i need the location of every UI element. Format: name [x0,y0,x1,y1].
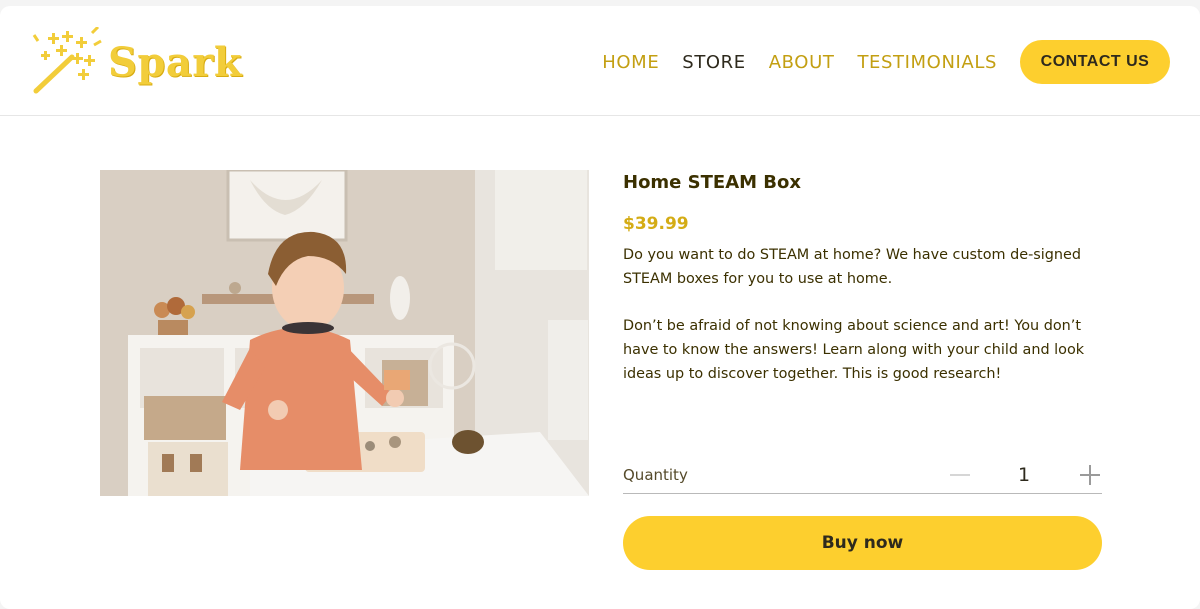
product-image [100,170,589,496]
description-paragraph: Do you want to do STEAM at home? We have… [623,247,1082,287]
contact-us-button[interactable]: CONTACT US [1020,40,1170,84]
magic-wand-icon [32,27,102,94]
site-header: Spark HOME STORE ABOUT TESTIMONIALS CONT… [0,6,1200,116]
product-info: Home STEAM Box $39.99 Do you want to do … [623,170,1103,386]
product-title: Home STEAM Box [623,172,802,193]
quantity-label: Quantity [623,465,688,484]
brand-logo[interactable]: Spark [32,26,262,98]
description-paragraph: Don’t be afraid of not knowing about sci… [623,318,1085,382]
nav-testimonials[interactable]: TESTIMONIALS [857,52,997,73]
quantity-selector: Quantity 1 [623,456,1102,494]
brand-name: Spark [108,38,243,86]
minus-icon[interactable] [948,463,972,487]
page: Spark HOME STORE ABOUT TESTIMONIALS CONT… [0,6,1200,609]
product-description: Do you want to do STEAM at home? We have… [623,243,1093,386]
quantity-value[interactable]: 1 [1010,464,1038,486]
main-nav: HOME STORE ABOUT TESTIMONIALS CONTACT US [602,40,1170,84]
nav-store[interactable]: STORE [682,52,745,73]
product-price: $39.99 [623,214,689,234]
plus-icon[interactable] [1078,463,1102,487]
buy-now-button[interactable]: Buy now [623,516,1102,570]
product-photo-illustration [100,170,589,496]
nav-about[interactable]: ABOUT [769,52,835,73]
nav-home[interactable]: HOME [602,52,659,73]
